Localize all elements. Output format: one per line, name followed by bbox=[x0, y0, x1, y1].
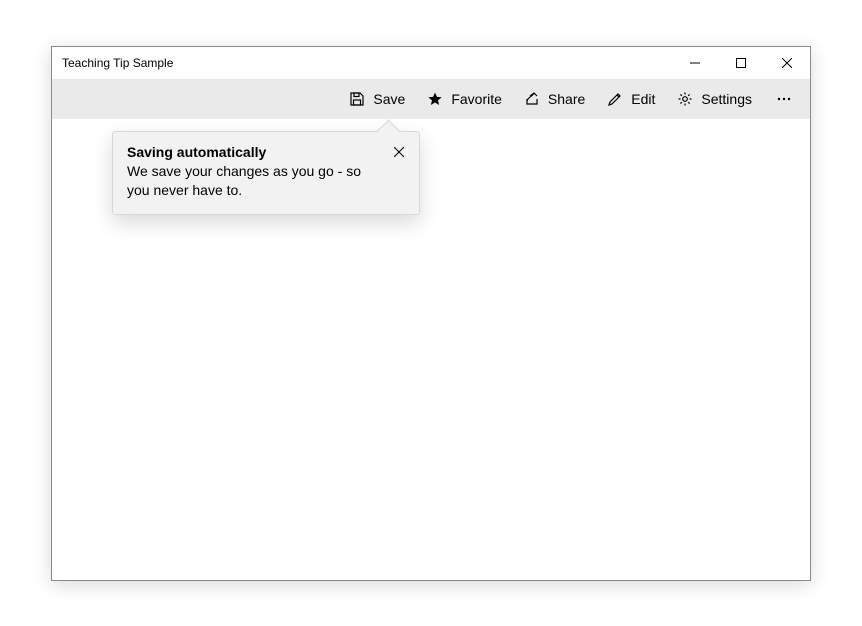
maximize-icon bbox=[736, 55, 746, 71]
settings-label: Settings bbox=[701, 91, 752, 107]
more-icon bbox=[776, 91, 792, 107]
teaching-tip-close-button[interactable] bbox=[387, 140, 411, 164]
settings-button[interactable]: Settings bbox=[667, 81, 762, 117]
share-button[interactable]: Share bbox=[514, 81, 595, 117]
close-icon bbox=[394, 144, 404, 160]
maximize-button[interactable] bbox=[718, 47, 764, 79]
teaching-tip-body: We save your changes as you go - so you … bbox=[127, 162, 379, 200]
save-icon bbox=[349, 91, 365, 107]
edit-label: Edit bbox=[631, 91, 655, 107]
gear-icon bbox=[677, 91, 693, 107]
favorite-button[interactable]: Favorite bbox=[417, 81, 512, 117]
minimize-icon bbox=[690, 55, 700, 71]
teaching-tip: Saving automatically We save your change… bbox=[112, 131, 420, 215]
commandbar: Save Favorite Share bbox=[52, 79, 810, 119]
star-icon bbox=[427, 91, 443, 107]
content-area: Saving automatically We save your change… bbox=[52, 119, 810, 580]
more-button[interactable] bbox=[764, 81, 804, 117]
share-icon bbox=[524, 91, 540, 107]
close-icon bbox=[782, 55, 792, 71]
minimize-button[interactable] bbox=[672, 47, 718, 79]
save-label: Save bbox=[373, 91, 405, 107]
save-button[interactable]: Save bbox=[339, 81, 415, 117]
edit-button[interactable]: Edit bbox=[597, 81, 665, 117]
edit-icon bbox=[607, 91, 623, 107]
window-controls bbox=[672, 47, 810, 79]
teaching-tip-title: Saving automatically bbox=[127, 144, 379, 160]
close-button[interactable] bbox=[764, 47, 810, 79]
window-title: Teaching Tip Sample bbox=[62, 56, 173, 70]
app-window: Teaching Tip Sample bbox=[51, 46, 811, 581]
share-label: Share bbox=[548, 91, 585, 107]
titlebar: Teaching Tip Sample bbox=[52, 47, 810, 79]
favorite-label: Favorite bbox=[451, 91, 502, 107]
